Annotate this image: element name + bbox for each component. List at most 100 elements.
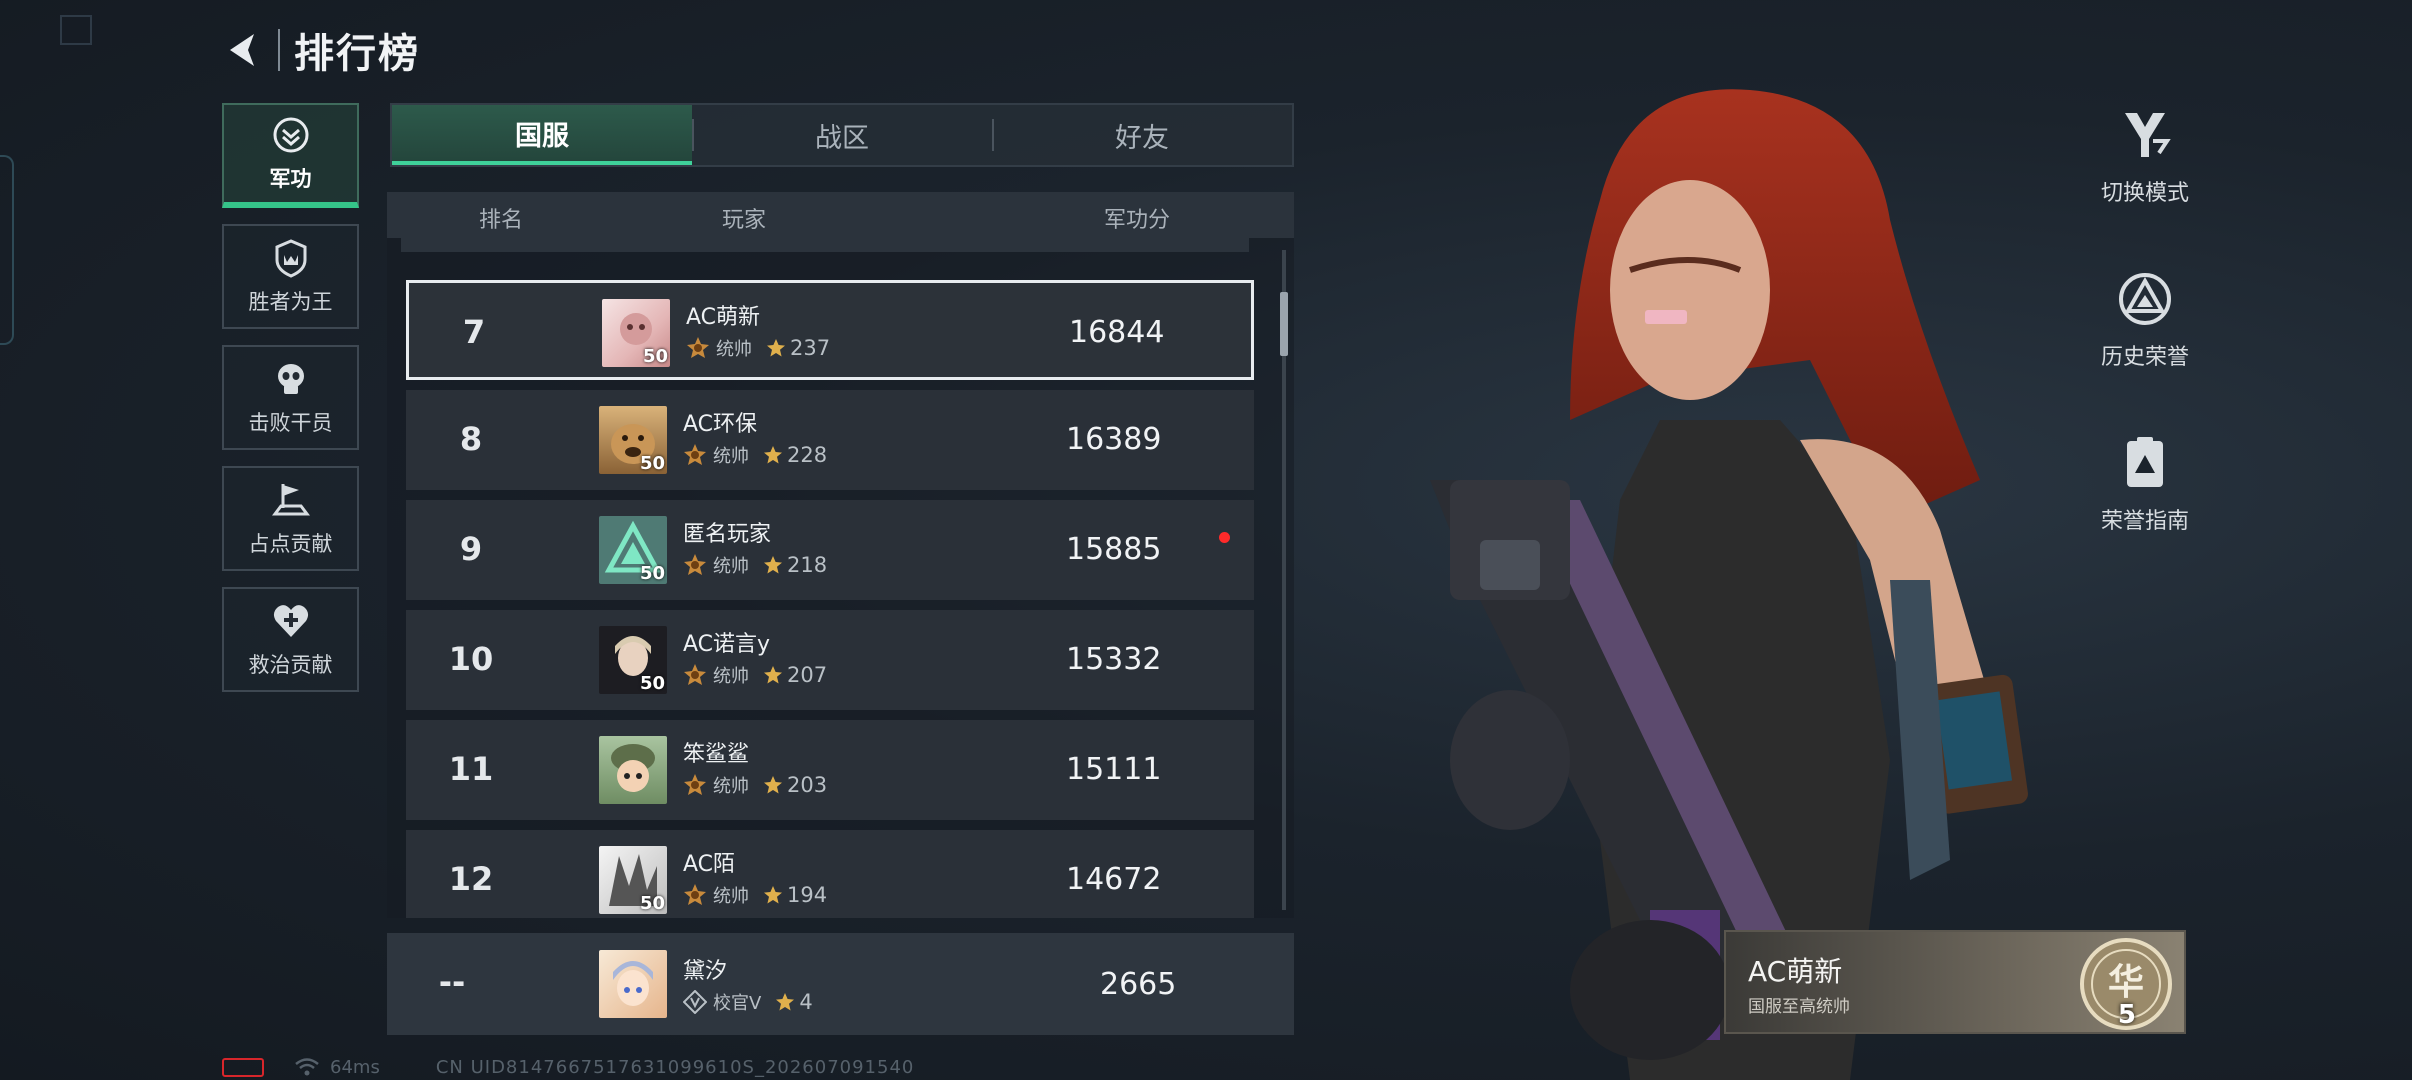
score-value: 14672 xyxy=(1066,862,1162,897)
player-name: AC诺言y xyxy=(683,632,771,657)
avatar[interactable]: 50 xyxy=(602,299,670,367)
table-row[interactable]: 7 50 AC萌新 统帅 237 16844 xyxy=(406,280,1254,380)
avatar[interactable]: 50 xyxy=(599,846,667,914)
honor-guide-icon xyxy=(2127,437,2163,487)
category-winner[interactable]: 胜者为王 xyxy=(222,224,359,329)
rank-title: 统帅 xyxy=(713,666,749,687)
honor-guide-button[interactable]: 荣誉指南 xyxy=(2090,433,2200,535)
category-label: 占点贡献 xyxy=(248,531,333,556)
star-icon xyxy=(764,666,782,684)
player-meta: 统帅 237 xyxy=(686,335,830,361)
star-count: 4 xyxy=(799,990,813,1014)
side-actions: 切换模式 历史荣誉 荣誉指南 xyxy=(2090,105,2200,597)
wifi-icon xyxy=(295,1058,319,1076)
region-tabs: 国服 战区 好友 xyxy=(390,103,1294,167)
table-row[interactable]: 8 50 AC环保 统帅 228 16389 xyxy=(406,390,1254,490)
star-count: 203 xyxy=(787,773,828,797)
rank-number: 9 xyxy=(459,530,483,568)
column-header-score: 军功分 xyxy=(1104,208,1171,233)
marshal-rank-icon xyxy=(687,337,709,358)
player-name: AC环保 xyxy=(683,412,758,437)
star-icon xyxy=(764,886,782,904)
rank-title: 统帅 xyxy=(713,886,749,907)
player-name: AC陌 xyxy=(683,852,736,877)
table-row-partial xyxy=(401,238,1249,252)
rank-number: 10 xyxy=(448,640,494,678)
avatar[interactable]: 50 xyxy=(599,626,667,694)
marshal-rank-icon xyxy=(684,884,706,905)
player-meta: 统帅 203 xyxy=(683,772,827,798)
switch-mode-button[interactable]: 切换模式 xyxy=(2090,105,2200,207)
player-name: 黛汐 xyxy=(683,959,728,984)
star-icon xyxy=(764,556,782,574)
avatar[interactable]: 50 xyxy=(599,406,667,474)
status-footer: 64ms CN UID8147667517631099610S_20260709… xyxy=(222,1055,914,1079)
back-button[interactable] xyxy=(222,28,266,72)
history-honor-label: 历史荣誉 xyxy=(2100,345,2189,370)
shield-crown-icon xyxy=(275,238,306,278)
table-row[interactable]: 10 50 AC诺言y 统帅 207 15332 xyxy=(406,610,1254,710)
category-sidebar: 军功 胜者为王 击败干员 占点贡献 救治贡献 xyxy=(222,103,359,708)
officer-rank-icon xyxy=(683,990,707,1014)
switch-mode-label: 切换模式 xyxy=(2100,181,2189,206)
rank-title: 统帅 xyxy=(713,776,749,797)
category-capture[interactable]: 占点贡献 xyxy=(222,466,359,571)
left-edge-handle[interactable] xyxy=(0,155,14,345)
tab-national[interactable]: 国服 xyxy=(392,105,692,165)
star-count: 194 xyxy=(787,883,828,907)
category-label: 胜者为王 xyxy=(248,289,333,314)
player-meta: 校官V 4 xyxy=(683,989,813,1015)
star-count: 218 xyxy=(787,553,828,577)
column-header-rank: 排名 xyxy=(479,208,524,233)
scrollbar-thumb[interactable] xyxy=(1280,292,1288,356)
category-label: 击败干员 xyxy=(248,410,333,435)
player-honor-card[interactable]: AC萌新 国服至高统帅 华 5 xyxy=(1724,930,2186,1034)
score-value: 15111 xyxy=(1066,752,1162,787)
honor-guide-label: 荣誉指南 xyxy=(2100,509,2189,534)
star-count: 207 xyxy=(787,663,828,687)
level-badge: 50 xyxy=(642,346,668,367)
battery-icon xyxy=(222,1057,264,1077)
marshal-rank-icon xyxy=(684,554,706,575)
level-badge: 50 xyxy=(639,563,665,584)
skull-icon xyxy=(277,363,304,394)
player-meta: 统帅 207 xyxy=(683,662,827,688)
chevron-medal-icon xyxy=(273,117,308,152)
player-meta: 统帅 218 xyxy=(683,552,827,578)
score-value: 15885 xyxy=(1066,532,1162,567)
avatar[interactable] xyxy=(599,950,667,1018)
marshal-rank-icon xyxy=(684,774,706,795)
category-military-merit[interactable]: 军功 xyxy=(222,103,359,208)
tab-war-zone[interactable]: 战区 xyxy=(692,105,992,165)
star-icon xyxy=(767,339,785,357)
category-heal[interactable]: 救治贡献 xyxy=(222,587,359,692)
card-player-name: AC萌新 xyxy=(1748,955,1843,988)
rank-number: -- xyxy=(438,963,466,1001)
score-value: 16389 xyxy=(1066,422,1162,457)
tab-friends[interactable]: 好友 xyxy=(992,105,1292,165)
uid-text: CN UID8147667517631099610S_202607091540 xyxy=(435,1056,915,1078)
new-notification-dot xyxy=(1219,532,1230,543)
flag-point-icon xyxy=(271,483,310,515)
avatar[interactable] xyxy=(599,736,667,804)
score-value: 15332 xyxy=(1066,642,1162,677)
heart-plus-icon xyxy=(273,604,308,637)
switch-mode-icon xyxy=(2125,113,2171,157)
history-honor-button[interactable]: 历史荣誉 xyxy=(2090,269,2200,371)
my-rank-row[interactable]: -- 黛汐 校官V 4 2665 xyxy=(387,933,1294,1035)
leaderboard-list[interactable]: 7 50 AC萌新 统帅 237 16844 8 50 AC环保 统帅 228 … xyxy=(387,238,1294,918)
marshal-rank-icon xyxy=(684,664,706,685)
table-row[interactable]: 9 50 匿名玩家 统帅 218 15885 xyxy=(406,500,1254,600)
table-row[interactable]: 12 50 AC陌 统帅 194 14672 xyxy=(406,830,1254,918)
avatar[interactable]: 50 xyxy=(599,516,667,584)
level-badge: 50 xyxy=(639,893,665,914)
category-kills[interactable]: 击败干员 xyxy=(222,345,359,450)
back-arrow-icon xyxy=(230,34,254,66)
header: 排行榜 xyxy=(222,22,420,78)
avatar-art xyxy=(611,744,655,792)
operator-character-image xyxy=(1430,89,2028,1080)
rank-title: 统帅 xyxy=(713,446,749,467)
header-divider xyxy=(278,29,280,71)
table-row[interactable]: 11 笨鲨鲨 统帅 203 15111 xyxy=(406,720,1254,820)
marshal-rank-icon xyxy=(684,444,706,465)
